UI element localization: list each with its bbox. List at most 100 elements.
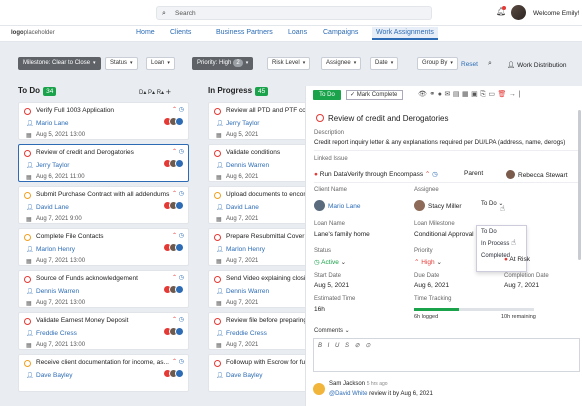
status-ring-icon[interactable] <box>214 192 221 199</box>
date-filter[interactable]: Date ▾ <box>370 57 399 70</box>
nav-campaigns[interactable]: Campaigns <box>323 29 358 36</box>
progress-card[interactable]: Review file before preparing... 👤︎ Freddie… <box>208 312 312 350</box>
status-ring-icon[interactable] <box>214 318 221 325</box>
status-value[interactable]: ◷ Active ⌄ <box>314 258 346 266</box>
nav-business-partners[interactable]: Business Partners <box>216 29 273 36</box>
mail-icon: ✉ <box>444 91 453 98</box>
assignee[interactable]: Stacy Miller <box>414 200 462 211</box>
card-date: Aug 6, 2021 11:00 <box>36 174 85 180</box>
progress-card[interactable]: Review all PTD and PTF condi... 👤︎ Jerry T… <box>208 102 320 140</box>
status-ring-icon[interactable] <box>214 234 221 241</box>
time-tracking-bar <box>414 308 534 311</box>
card-title: Source of Funds acknowledgement <box>36 275 138 282</box>
card-assignee[interactable]: David Lane <box>226 204 259 211</box>
task-detail-panel: To Do ✓ Mark Complete 👁︎⚭●✉▤▦▣⎘▭🗑︎→| Rev… <box>305 86 582 406</box>
editor-toolbar[interactable]: B I U S ⊘ ⊙ <box>318 342 372 349</box>
nav-work-assignments[interactable]: Work Assignments <box>372 27 438 40</box>
card-assignee[interactable]: Marlon Henry <box>36 246 75 253</box>
status-ring-icon[interactable] <box>214 276 221 283</box>
status-ring-icon[interactable] <box>24 234 31 241</box>
nav-loans[interactable]: Loans <box>288 29 307 36</box>
card-assignee[interactable]: Jerry Taylor <box>36 162 69 169</box>
comment-editor[interactable]: B I U S ⊘ ⊙ <box>313 338 580 372</box>
card-assignee[interactable]: Freddie Cress <box>36 330 77 337</box>
calendar-icon: ▦ <box>26 343 32 349</box>
dropdown-option-in-process[interactable]: In Process <box>477 238 526 250</box>
milestone-filter[interactable]: Milestone: Clear to Close ▾ <box>18 57 101 70</box>
risk-filter[interactable]: Risk Level ▾ <box>267 57 311 70</box>
todo-card[interactable]: Review of credit and Derogatories 👤︎ Jerry… <box>18 144 189 182</box>
status-ring-icon[interactable] <box>214 108 221 115</box>
avatar-stack <box>163 117 185 126</box>
progress-card[interactable]: Send Video explaining closing... 👤︎ Dennis… <box>208 270 318 308</box>
status-filter[interactable]: Status ▾ <box>105 57 138 70</box>
status-ring-icon[interactable] <box>24 192 31 199</box>
due-date: Aug 6, 2021 <box>414 282 450 289</box>
loan-milestone-label: Loan Milestone <box>414 221 455 227</box>
add-icon[interactable]: + <box>166 87 171 97</box>
comment-text: @David White review it by Aug 6, 2021 <box>329 391 433 397</box>
card-date: Aug 7, 2021 <box>226 216 259 222</box>
reset-link[interactable]: Reset <box>461 61 478 68</box>
card-assignee[interactable]: Dennis Warren <box>36 288 79 295</box>
card-assignee[interactable]: Dave Bayley <box>226 372 263 379</box>
card-assignee[interactable]: Dennis Warren <box>226 288 269 295</box>
parent-user[interactable]: Rebecca Stewart <box>506 170 568 179</box>
client-name[interactable]: Mario Lane <box>314 200 361 211</box>
card-assignee[interactable]: Dave Bayley <box>36 372 73 379</box>
status-ring-icon[interactable] <box>24 150 31 157</box>
status-button[interactable]: To Do <box>313 90 341 100</box>
comments-toggle[interactable]: Comments ⌄ <box>314 327 350 334</box>
client-avatar <box>314 200 325 211</box>
panel-toolbar[interactable]: 👁︎⚭●✉▤▦▣⎘▭🗑︎→| <box>418 90 523 99</box>
priority-icon: ⌃ ◷ <box>172 359 184 365</box>
linked-issue[interactable]: ● Run DataVerify through Encompass ⌃ ◷ <box>314 170 438 178</box>
priority-value[interactable]: ⌃ High ⌄ <box>414 258 442 266</box>
search-icon[interactable]: ⌕ <box>488 60 492 68</box>
status-ring-icon[interactable] <box>24 318 31 325</box>
status-ring-icon[interactable] <box>24 276 31 283</box>
card-assignee[interactable]: Mario Lane <box>36 120 69 127</box>
todo-card[interactable]: Receive client documentation for income,… <box>18 354 189 392</box>
avatar-stack <box>163 327 185 336</box>
user-icon: 👤︎ <box>26 121 34 127</box>
progress-card[interactable]: Upload documents to encomp... 👤︎ David Lan… <box>208 186 318 224</box>
user-avatar[interactable] <box>511 5 526 20</box>
card-title: Upload documents to encomp... <box>226 191 318 198</box>
due-date-label: Due Date <box>414 273 440 279</box>
work-distribution-button[interactable]: 👤︎ Work Distribution <box>507 61 566 69</box>
progress-card[interactable]: Prepare Resubmittal Cover Le... 👤︎ Marlon … <box>208 228 319 266</box>
priority-filter[interactable]: Priority: High 2 ▾ <box>192 57 254 70</box>
todo-card[interactable]: Verify Full 1003 Application 👤︎ Mario Lane… <box>18 102 189 140</box>
loan-filter[interactable]: Loan ▾ <box>146 57 175 70</box>
todo-card[interactable]: Source of Funds acknowledgement 👤︎ Dennis … <box>18 270 189 308</box>
sort-controls[interactable]: D▴ P▴ R▴ <box>139 90 164 96</box>
mark-complete-button[interactable]: ✓ Mark Complete <box>346 90 403 100</box>
dropdown-option-todo[interactable]: To Do <box>477 226 526 238</box>
card-assignee[interactable]: Freddie Cress <box>226 330 267 337</box>
status-ring-icon[interactable] <box>24 108 31 115</box>
card-assignee[interactable]: David Lane <box>36 204 69 211</box>
card-assignee[interactable]: Marlon Henry <box>226 246 265 253</box>
inprogress-column: In Progress 45 <box>208 86 269 96</box>
todo-card[interactable]: Submit Purchase Contract with all addend… <box>18 186 189 224</box>
assignee-filter[interactable]: Assignee ▾ <box>321 57 362 70</box>
status-ring-icon[interactable] <box>24 360 31 367</box>
card-assignee[interactable]: Dennis Warren <box>226 162 269 169</box>
user-icon: 👤︎ <box>216 247 224 253</box>
progress-card[interactable]: Validate conditions 👤︎ Dennis Warren ▦ Aug 6… <box>208 144 308 182</box>
status-ring-icon[interactable] <box>214 150 221 157</box>
card-title: Validate conditions <box>226 149 281 156</box>
card-title: Submit Purchase Contract with all addend… <box>36 191 170 198</box>
card-assignee[interactable]: Jerry Taylor <box>226 120 259 127</box>
todo-card[interactable]: Validate Earnest Money Deposit 👤︎ Freddie … <box>18 312 189 350</box>
nav-clients[interactable]: Clients <box>170 29 191 36</box>
nav-home[interactable]: Home <box>136 29 155 36</box>
group-by-filter[interactable]: Group By ▾ <box>417 57 458 70</box>
search-input[interactable]: ⌕ Search <box>156 6 432 20</box>
progress-card[interactable]: Followup with Escrow for funding 👤︎ Dave B… <box>208 354 321 392</box>
status-ring-icon[interactable] <box>214 360 221 367</box>
todo-card[interactable]: Complete File Contacts 👤︎ Marlon Henry ▦ Aug… <box>18 228 189 266</box>
scrollbar[interactable] <box>578 110 581 260</box>
user-icon: 👤︎ <box>26 289 34 295</box>
